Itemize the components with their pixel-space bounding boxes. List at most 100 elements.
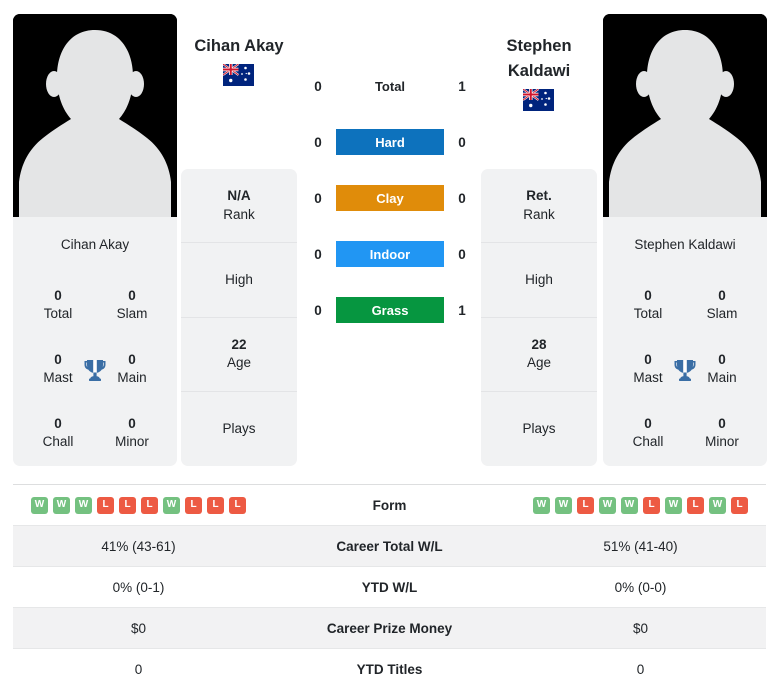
title-row-mast-main-right: 0 Mast 0 Main (611, 337, 759, 401)
form-badge-win[interactable]: W (665, 496, 682, 514)
player-avatar-right (603, 14, 767, 217)
stat-label-form: Form (372, 497, 407, 513)
stat-chall-value-right: 0 (644, 415, 652, 431)
player-card-left[interactable]: Cihan Akay 0 Total 0 Slam 0 Mast 0 Main … (13, 14, 177, 466)
stat-total-label-left: Total (43, 306, 73, 321)
surface-label-clay: Clay (336, 185, 444, 211)
form-badge-win[interactable]: W (709, 496, 726, 514)
title-row-total-slam-right: 0 Total 0 Slam (611, 273, 759, 337)
form-strip-right: WWLWWLWLWL (515, 496, 766, 514)
form-badge-win[interactable]: W (621, 496, 638, 514)
surface-score-left-clay: 0 (314, 190, 322, 206)
surface-score-right-total: 1 (458, 78, 466, 94)
form-badge-loss[interactable]: L (141, 496, 158, 514)
head-to-head-surfaces: 0 Total 1 0 Hard 0 0 Clay 0 0 Indoor 0 0 Grass 1 (300, 58, 480, 338)
stat-label-ytd_titles: YTD Titles (356, 661, 423, 677)
info-card-left: N/A Rank High 22 Age Plays (181, 169, 297, 466)
stat-value-left-ytd_titles: 0 (134, 661, 143, 677)
surface-score-right-grass: 1 (458, 302, 466, 318)
surface-row-hard: 0 Hard 0 (300, 114, 480, 170)
form-badge-loss[interactable]: L (207, 496, 224, 514)
surface-score-left-grass: 0 (314, 302, 322, 318)
stat-minor-label-left: Minor (115, 434, 149, 449)
surface-score-right-indoor: 0 (458, 246, 466, 262)
stat-chall-label-right: Chall (632, 434, 664, 449)
player-comparison-page: Cihan Akay 0 Total 0 Slam 0 Mast 0 Main … (0, 0, 779, 699)
table-row: 41% (43-61) Career Total W/L 51% (41-40) (13, 525, 766, 567)
info-plays-left: Plays (181, 392, 297, 466)
form-badge-win[interactable]: W (75, 496, 92, 514)
info-high-label-left: High (225, 271, 253, 287)
stat-value-right-form: WWLWWLWLWL (515, 485, 766, 526)
stats-table-body: W W W L L L W L L L Form W W L W W L W L W L 41% (43-61) Caree… (13, 484, 766, 690)
surface-row-indoor: 0 Indoor 0 (300, 226, 480, 282)
stat-value-right-career_total_wl: 51% (41-40) (603, 538, 678, 554)
surface-score-left-indoor: 0 (314, 246, 322, 262)
stat-slam-label-left: Slam (116, 306, 148, 321)
title-row-chall-minor-left: 0 Chall 0 Minor (21, 401, 169, 465)
form-badge-win[interactable]: W (533, 496, 550, 514)
stat-label-ytd_wl: YTD W/L (361, 579, 418, 595)
stat-value-right-ytd_titles: 0 (636, 661, 645, 677)
surface-row-total: 0 Total 1 (300, 58, 480, 114)
stat-slam-value-left: 0 (128, 287, 136, 303)
stat-total-value-left: 0 (54, 287, 62, 303)
stat-value-left-form: WWWLLLWLLL (13, 485, 264, 526)
table-row: $0 Career Prize Money $0 (13, 607, 766, 649)
stat-chall-value-left: 0 (54, 415, 62, 431)
surface-label-hard: Hard (336, 129, 444, 155)
form-badge-win[interactable]: W (599, 496, 616, 514)
player-name-left: Cihan Akay (194, 37, 284, 55)
trophy-icon (672, 356, 698, 382)
info-rank-left: N/A Rank (181, 169, 297, 244)
form-strip-left: WWWLLLWLLL (13, 496, 264, 514)
stat-total-label-right: Total (633, 306, 663, 321)
stat-total-right: 0 Total (611, 287, 685, 323)
stat-value-left-ytd_wl: 0% (0-1) (112, 579, 165, 595)
stat-chall-left: 0 Chall (21, 415, 95, 451)
info-high-label-right: High (525, 271, 553, 287)
stat-minor-right: 0 Minor (685, 415, 759, 451)
info-plays-label-left: Plays (222, 420, 256, 436)
info-age-label-left: Age (226, 355, 252, 371)
title-stats-left: 0 Total 0 Slam 0 Mast 0 Main 0 Chall 0 M… (13, 273, 177, 465)
stat-chall-right: 0 Chall (611, 415, 685, 451)
stat-value-left-career_prize_money: $0 (130, 620, 147, 636)
australia-flag-icon-left (223, 64, 254, 86)
surface-row-clay: 0 Clay 0 (300, 170, 480, 226)
form-badge-win[interactable]: W (555, 496, 572, 514)
stat-total-value-right: 0 (644, 287, 652, 303)
surface-label-grass: Grass (336, 297, 444, 323)
info-age-value-left: 22 (231, 336, 247, 352)
stat-slam-label-right: Slam (706, 306, 738, 321)
form-badge-loss[interactable]: L (577, 496, 594, 514)
title-stats-right: 0 Total 0 Slam 0 Mast 0 Main 0 Chall 0 M… (603, 273, 767, 465)
form-badge-loss[interactable]: L (687, 496, 704, 514)
form-badge-loss[interactable]: L (229, 496, 246, 514)
form-badge-loss[interactable]: L (643, 496, 660, 514)
info-rank-label-left: Rank (223, 206, 255, 222)
surface-row-grass: 0 Grass 1 (300, 282, 480, 338)
surface-score-left-total: 0 (314, 78, 322, 94)
stat-slam-right: 0 Slam (685, 287, 759, 323)
australia-flag-icon-right (523, 89, 554, 111)
stat-value-right-career_prize_money: $0 (632, 620, 649, 636)
title-row-chall-minor-right: 0 Chall 0 Minor (611, 401, 759, 465)
player-avatar-left (13, 14, 177, 217)
form-badge-loss[interactable]: L (185, 496, 202, 514)
form-badge-win[interactable]: W (31, 496, 48, 514)
title-row-mast-main-left: 0 Mast 0 Main (21, 337, 169, 401)
form-badge-win[interactable]: W (53, 496, 70, 514)
player-card-right[interactable]: Stephen Kaldawi 0 Total 0 Slam 0 Mast 0 … (603, 14, 767, 466)
form-badge-loss[interactable]: L (731, 496, 748, 514)
stat-minor-label-right: Minor (705, 434, 739, 449)
form-badge-win[interactable]: W (163, 496, 180, 514)
stat-total-left: 0 Total (21, 287, 95, 323)
form-badge-loss[interactable]: L (97, 496, 114, 514)
info-high-right: High (481, 243, 597, 318)
comparison-header: Cihan Akay 0 Total 0 Slam 0 Mast 0 Main … (0, 0, 779, 470)
stat-minor-value-right: 0 (718, 415, 726, 431)
stat-value-left-career_total_wl: 41% (43-61) (101, 538, 176, 554)
form-badge-loss[interactable]: L (119, 496, 136, 514)
avatar-name-right: Stephen Kaldawi (634, 237, 736, 252)
